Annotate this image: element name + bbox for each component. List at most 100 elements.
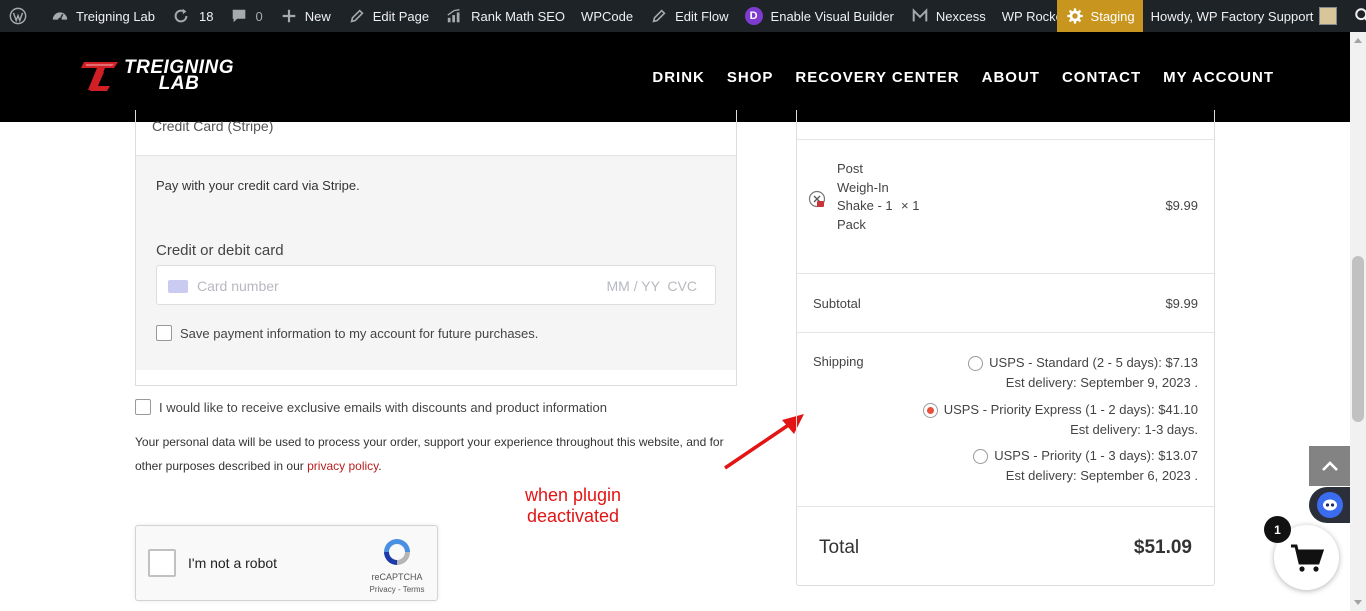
rank-math-icon <box>445 6 465 26</box>
recaptcha-checkbox[interactable] <box>148 549 176 577</box>
comments-count: 0 <box>255 8 263 24</box>
rank-math-menu[interactable]: Rank Math SEO <box>437 0 573 32</box>
shipping-option-label: USPS - Standard (2 - 5 days): $7.13 <box>989 355 1198 370</box>
annotation-line1: when plugin <box>524 485 622 505</box>
pencil-icon <box>649 6 669 26</box>
payment-method-body: Pay with your credit card via Stripe. Cr… <box>136 155 736 370</box>
staging-menu[interactable]: Staging <box>1056 0 1143 32</box>
plus-icon <box>279 6 299 26</box>
subtotal-value: $9.99 <box>1165 296 1198 311</box>
my-account-menu[interactable]: Howdy, WP Factory Support <box>1143 0 1346 32</box>
cart-count-badge: 1 <box>1264 516 1291 543</box>
logo-text: TREIGNING LAB <box>124 58 234 94</box>
shipping-option-priority[interactable]: USPS - Priority (1 - 3 days): $13.07 Est… <box>973 446 1198 486</box>
comment-icon <box>229 6 249 26</box>
remove-item-icon[interactable] <box>808 190 826 208</box>
newsletter-checkbox[interactable] <box>135 399 151 415</box>
chevron-up-icon <box>1321 461 1338 471</box>
edit-flow-menu[interactable]: Edit Flow <box>641 0 736 32</box>
edit-flow-label: Edit Flow <box>675 8 729 24</box>
scroll-up-icon[interactable] <box>1354 38 1362 43</box>
save-payment-label: Save payment information to my account f… <box>180 325 539 341</box>
privacy-policy-link[interactable]: privacy policy <box>307 459 378 473</box>
chat-bot-icon <box>1316 492 1343 518</box>
wordpress-icon <box>8 6 28 26</box>
nav-item-my-account[interactable]: MY ACCOUNT <box>1163 69 1274 86</box>
nav-item-about[interactable]: ABOUT <box>982 69 1040 86</box>
howdy-label: Howdy, WP Factory Support <box>1150 8 1314 24</box>
dashboard-icon <box>50 6 70 26</box>
gear-icon <box>1065 6 1085 26</box>
scroll-down-icon[interactable] <box>1354 600 1362 605</box>
nav-item-recovery-center[interactable]: RECOVERY CENTER <box>795 69 959 86</box>
visual-builder-label: Enable Visual Builder <box>770 8 894 24</box>
shipping-option-priority-express[interactable]: USPS - Priority Express (1 - 2 days): $4… <box>922 400 1198 440</box>
product-quantity: × 1 <box>901 198 920 213</box>
wpcode-menu[interactable]: WPCode <box>573 0 641 32</box>
shipping-option-delivery: Est delivery: 1-3 days. <box>1070 422 1198 437</box>
avatar <box>1319 7 1338 25</box>
nav-item-drink[interactable]: DRINK <box>652 69 705 86</box>
product-name[interactable]: Post Weigh-In Shake - 1 Pack <box>837 160 897 234</box>
nexcess-icon <box>910 6 930 26</box>
shipping-radio-standard[interactable] <box>968 355 984 371</box>
order-summary: Post Weigh-In Shake - 1 Pack × 1 $9.99 S… <box>796 110 1215 586</box>
scrollbar-thumb[interactable] <box>1352 256 1364 422</box>
divi-icon: D <box>744 7 763 25</box>
newsletter-label: I would like to receive exclusive emails… <box>159 399 607 415</box>
site-name: Treigning Lab <box>76 8 156 24</box>
recaptcha-separator: - <box>395 585 403 594</box>
recaptcha-terms-link[interactable]: Terms <box>403 585 425 594</box>
shipping-radio-priority[interactable] <box>973 448 989 464</box>
card-number-input[interactable]: Card number MM / YY CVC <box>156 265 716 305</box>
privacy-end: . <box>378 459 382 473</box>
site-name-menu[interactable]: Treigning Lab <box>42 0 163 32</box>
shipping-label: Shipping <box>813 354 864 369</box>
cart-icon <box>1290 544 1324 572</box>
nexcess-label: Nexcess <box>935 8 986 24</box>
visual-builder-menu[interactable]: D Enable Visual Builder <box>737 0 902 32</box>
shipping-option-label: USPS - Priority (1 - 3 days): $13.07 <box>994 448 1198 463</box>
chat-widget-button[interactable] <box>1309 487 1350 523</box>
site-header: TREIGNING LAB DRINK SHOP RECOVERY CENTER… <box>0 32 1350 122</box>
staging-label: Staging <box>1090 8 1135 24</box>
nav-item-shop[interactable]: SHOP <box>727 69 774 86</box>
logo-mark-icon <box>81 62 118 91</box>
shipping-radio-priority-express[interactable] <box>922 402 938 418</box>
shipping-option-delivery: Est delivery: September 6, 2023 . <box>1005 468 1198 483</box>
new-content-menu[interactable]: New <box>271 0 339 32</box>
recaptcha-privacy-link[interactable]: Privacy <box>370 585 396 594</box>
save-payment-row: Save payment information to my account f… <box>156 325 538 341</box>
admin-search-toggle[interactable] <box>1345 0 1366 32</box>
payment-method-title[interactable]: Credit Card (Stripe) <box>152 118 273 134</box>
shipping-option-standard[interactable]: USPS - Standard (2 - 5 days): $7.13 Est … <box>968 353 1198 393</box>
wp-admin-bar: Treigning Lab 18 0 New Edit Page Rank Ma… <box>0 0 1366 32</box>
save-payment-checkbox[interactable] <box>156 325 172 341</box>
nav-item-contact[interactable]: CONTACT <box>1062 69 1141 86</box>
nexcess-menu[interactable]: Nexcess <box>902 0 994 32</box>
recaptcha-logo-icon <box>384 539 410 565</box>
shipping-row: Shipping USPS - Standard (2 - 5 days): $… <box>797 332 1214 506</box>
updates-menu[interactable]: 18 <box>163 0 221 32</box>
recaptcha-widget: I'm not a robot reCAPTCHA Privacy - Term… <box>135 525 438 601</box>
edit-page-menu[interactable]: Edit Page <box>339 0 437 32</box>
total-label: Total <box>819 537 860 558</box>
credit-card-icon <box>168 280 188 293</box>
page-scrollbar[interactable] <box>1350 32 1366 611</box>
total-row: Total $51.09 <box>797 506 1214 585</box>
edit-page-label: Edit Page <box>372 8 430 24</box>
logo-line2: LAB <box>158 73 200 94</box>
product-row: Post Weigh-In Shake - 1 Pack × 1 $9.99 <box>797 139 1214 273</box>
search-icon <box>1353 6 1366 26</box>
privacy-text: Your personal data will be used to proce… <box>135 435 724 473</box>
site-logo[interactable]: TREIGNING LAB <box>78 58 234 94</box>
payment-method-box: Credit Card (Stripe) Pay with your credi… <box>135 110 737 386</box>
pencil-icon <box>347 6 367 26</box>
comments-menu[interactable]: 0 <box>221 0 270 32</box>
recaptcha-label: I'm not a robot <box>188 555 278 571</box>
wordpress-logo-menu[interactable] <box>0 0 42 32</box>
card-number-placeholder: Card number <box>197 278 279 294</box>
back-to-top-button[interactable] <box>1309 446 1350 486</box>
updates-count: 18 <box>199 8 214 24</box>
payment-description: Pay with your credit card via Stripe. <box>156 178 360 193</box>
